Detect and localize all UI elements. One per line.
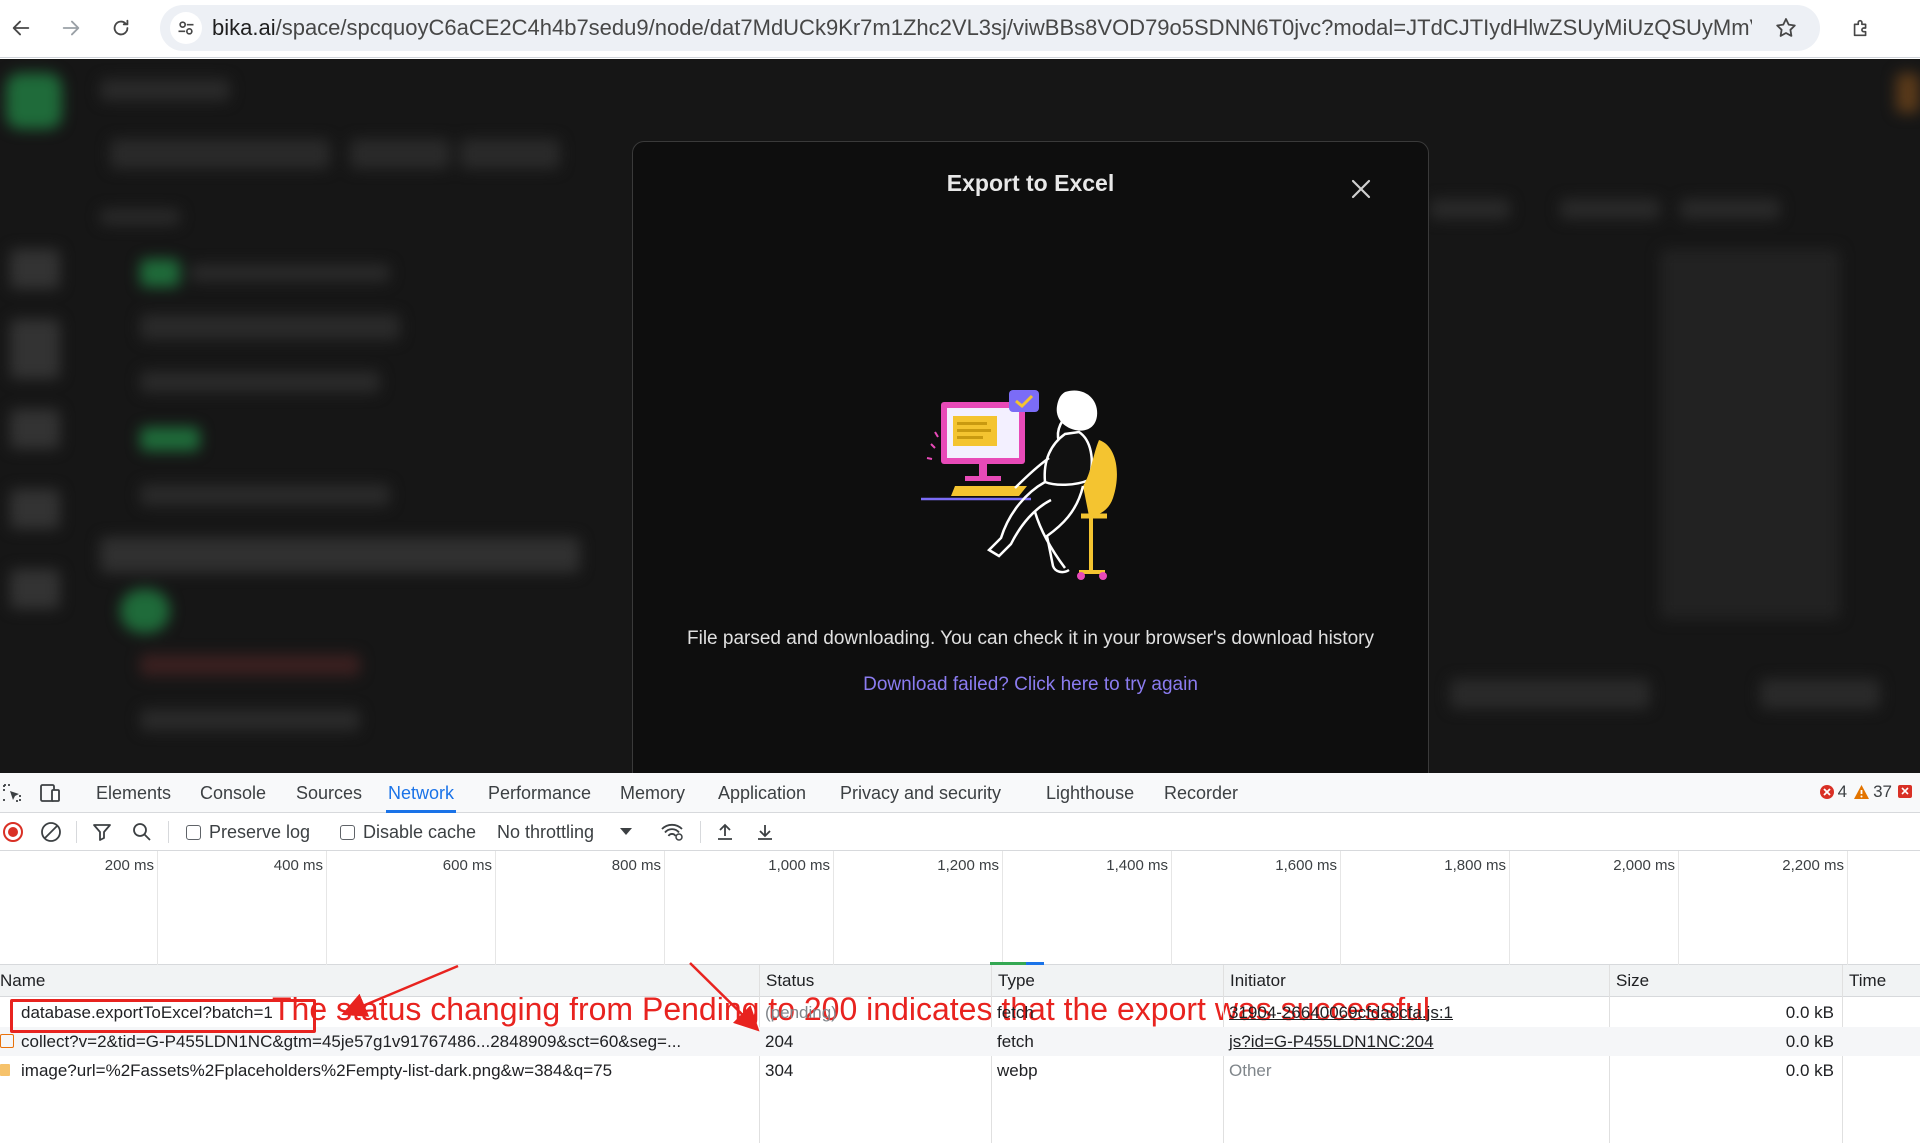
request-table-header: Name Status Type Initiator Size Time [0, 965, 1920, 997]
export-har-icon[interactable] [755, 813, 775, 851]
column-header-initiator[interactable]: Initiator [1223, 965, 1609, 997]
network-toolbar: Preserve log Disable cache No throttling [0, 813, 1920, 851]
column-header-status[interactable]: Status [759, 965, 991, 997]
export-status-message: File parsed and downloading. You can che… [687, 628, 1374, 649]
browser-toolbar: bika.ai/space/spcquoyC6aCE2C4h4b7sedu9/n… [0, 0, 1920, 58]
preserve-log-checkbox[interactable]: Preserve log [186, 813, 310, 851]
warning-count: 37 [1873, 782, 1892, 801]
tab-console[interactable]: Console [198, 773, 268, 813]
column-header-type[interactable]: Type [991, 965, 1223, 997]
request-size: 0.0 kB [1785, 1061, 1834, 1080]
request-type: fetch [997, 1032, 1034, 1051]
request-initiator: Other [1229, 1061, 1272, 1080]
column-header-name[interactable]: Name [0, 965, 759, 997]
import-har-icon[interactable] [715, 813, 735, 851]
chevron-down-icon [620, 828, 633, 835]
issues-flag-icon[interactable] [1898, 784, 1920, 800]
request-initiator[interactable]: 31904-26640069cfda8cfa.js:1 [1223, 998, 1609, 1027]
tab-network[interactable]: Network [386, 773, 457, 813]
reload-icon[interactable] [104, 11, 138, 45]
column-header-time[interactable]: Time [1842, 965, 1920, 997]
error-icon [1819, 785, 1834, 799]
url-path: /space/spcquoyC6aCE2C4h4b7sedu9/node/dat… [275, 15, 1752, 40]
issue-counters[interactable]: 4 37 [1819, 782, 1920, 802]
tab-performance[interactable]: Performance [486, 773, 593, 813]
tick-label: 200 ms [104, 857, 154, 874]
request-status: 204 [765, 1032, 794, 1051]
request-status: 304 [765, 1061, 794, 1080]
tab-privacy-and-security[interactable]: Privacy and security [838, 773, 1003, 813]
tick-label: 1,400 ms [1106, 857, 1168, 874]
forward-arrow-icon[interactable] [54, 11, 88, 45]
site-settings-icon[interactable] [170, 12, 202, 44]
table-row[interactable]: image?url=%2Fassets%2Fplaceholders%2Femp… [0, 1056, 1920, 1085]
request-initiator[interactable]: js?id=G-P455LDN1NC:204 [1223, 1027, 1609, 1056]
request-size: 0.0 kB [1785, 1032, 1834, 1051]
tab-memory[interactable]: Memory [618, 773, 687, 813]
warning-counter[interactable]: 37 [1853, 782, 1892, 802]
modal-title: Export to Excel [946, 170, 1115, 196]
request-type: webp [997, 1061, 1038, 1080]
export-modal: Export to Excel File parsed and download… [632, 141, 1429, 773]
clear-icon[interactable] [40, 813, 62, 851]
tab-sources[interactable]: Sources [294, 773, 364, 813]
tick-label: 600 ms [442, 857, 492, 874]
address-bar[interactable]: bika.ai/space/spcquoyC6aCE2C4h4b7sedu9/n… [160, 5, 1820, 51]
tab-recorder[interactable]: Recorder [1162, 773, 1240, 813]
column-header-size[interactable]: Size [1609, 965, 1842, 997]
network-conditions-icon[interactable] [660, 813, 684, 851]
tick-label: 1,000 ms [768, 857, 830, 874]
device-toolbar-icon[interactable] [38, 781, 62, 805]
retry-download-link[interactable]: Download failed? Click here to try again [633, 674, 1428, 696]
request-name[interactable]: image?url=%2Fassets%2Fplaceholders%2Femp… [0, 1056, 755, 1085]
disable-cache-box[interactable] [340, 824, 355, 840]
filter-icon[interactable] [92, 813, 112, 851]
tick-label: 1,200 ms [937, 857, 999, 874]
preserve-log-box[interactable] [186, 824, 201, 840]
network-timeline[interactable]: 200 ms 400 ms 600 ms 800 ms 1,000 ms 1,2… [0, 851, 1920, 1027]
back-arrow-icon[interactable] [4, 11, 38, 45]
tick-label: 2,000 ms [1613, 857, 1675, 874]
tick-label: 400 ms [273, 857, 323, 874]
app-background: Export to Excel File parsed and download… [0, 59, 1920, 773]
preserve-log-label: Preserve log [209, 821, 311, 842]
inspect-element-icon[interactable] [0, 781, 24, 805]
warning-icon [1854, 785, 1870, 799]
throttling-select[interactable]: No throttling [497, 813, 633, 851]
tick-label: 1,800 ms [1444, 857, 1506, 874]
request-type: fetch [997, 1003, 1034, 1022]
extensions-puzzle-icon[interactable] [1844, 11, 1878, 45]
search-icon[interactable] [132, 813, 152, 851]
devtools-panel: Elements Console Sources Network Perform… [0, 773, 1920, 1143]
bookmark-star-icon[interactable] [1774, 16, 1798, 45]
tab-application[interactable]: Application [716, 773, 808, 813]
tab-elements[interactable]: Elements [94, 773, 173, 813]
disable-cache-checkbox[interactable]: Disable cache [340, 813, 476, 851]
request-status: (pending) [765, 1003, 837, 1022]
devtools-tab-bar: Elements Console Sources Network Perform… [0, 773, 1920, 813]
url-domain: bika.ai [212, 15, 276, 40]
error-counter[interactable]: 4 [1819, 782, 1847, 802]
throttling-value: No throttling [497, 821, 595, 842]
export-illustration [921, 390, 1117, 580]
url-text[interactable]: bika.ai/space/spcquoyC6aCE2C4h4b7sedu9/n… [212, 5, 1752, 51]
tick-label: 800 ms [611, 857, 661, 874]
highlight-box [10, 999, 316, 1033]
error-count: 4 [1837, 782, 1848, 801]
request-size: 0.0 kB [1785, 1003, 1834, 1022]
record-stop-icon[interactable] [2, 813, 24, 851]
tick-label: 1,600 ms [1275, 857, 1337, 874]
tick-label: 2,200 ms [1782, 857, 1844, 874]
close-icon[interactable] [1350, 178, 1372, 200]
disable-cache-label: Disable cache [363, 821, 477, 842]
tab-lighthouse[interactable]: Lighthouse [1044, 773, 1136, 813]
